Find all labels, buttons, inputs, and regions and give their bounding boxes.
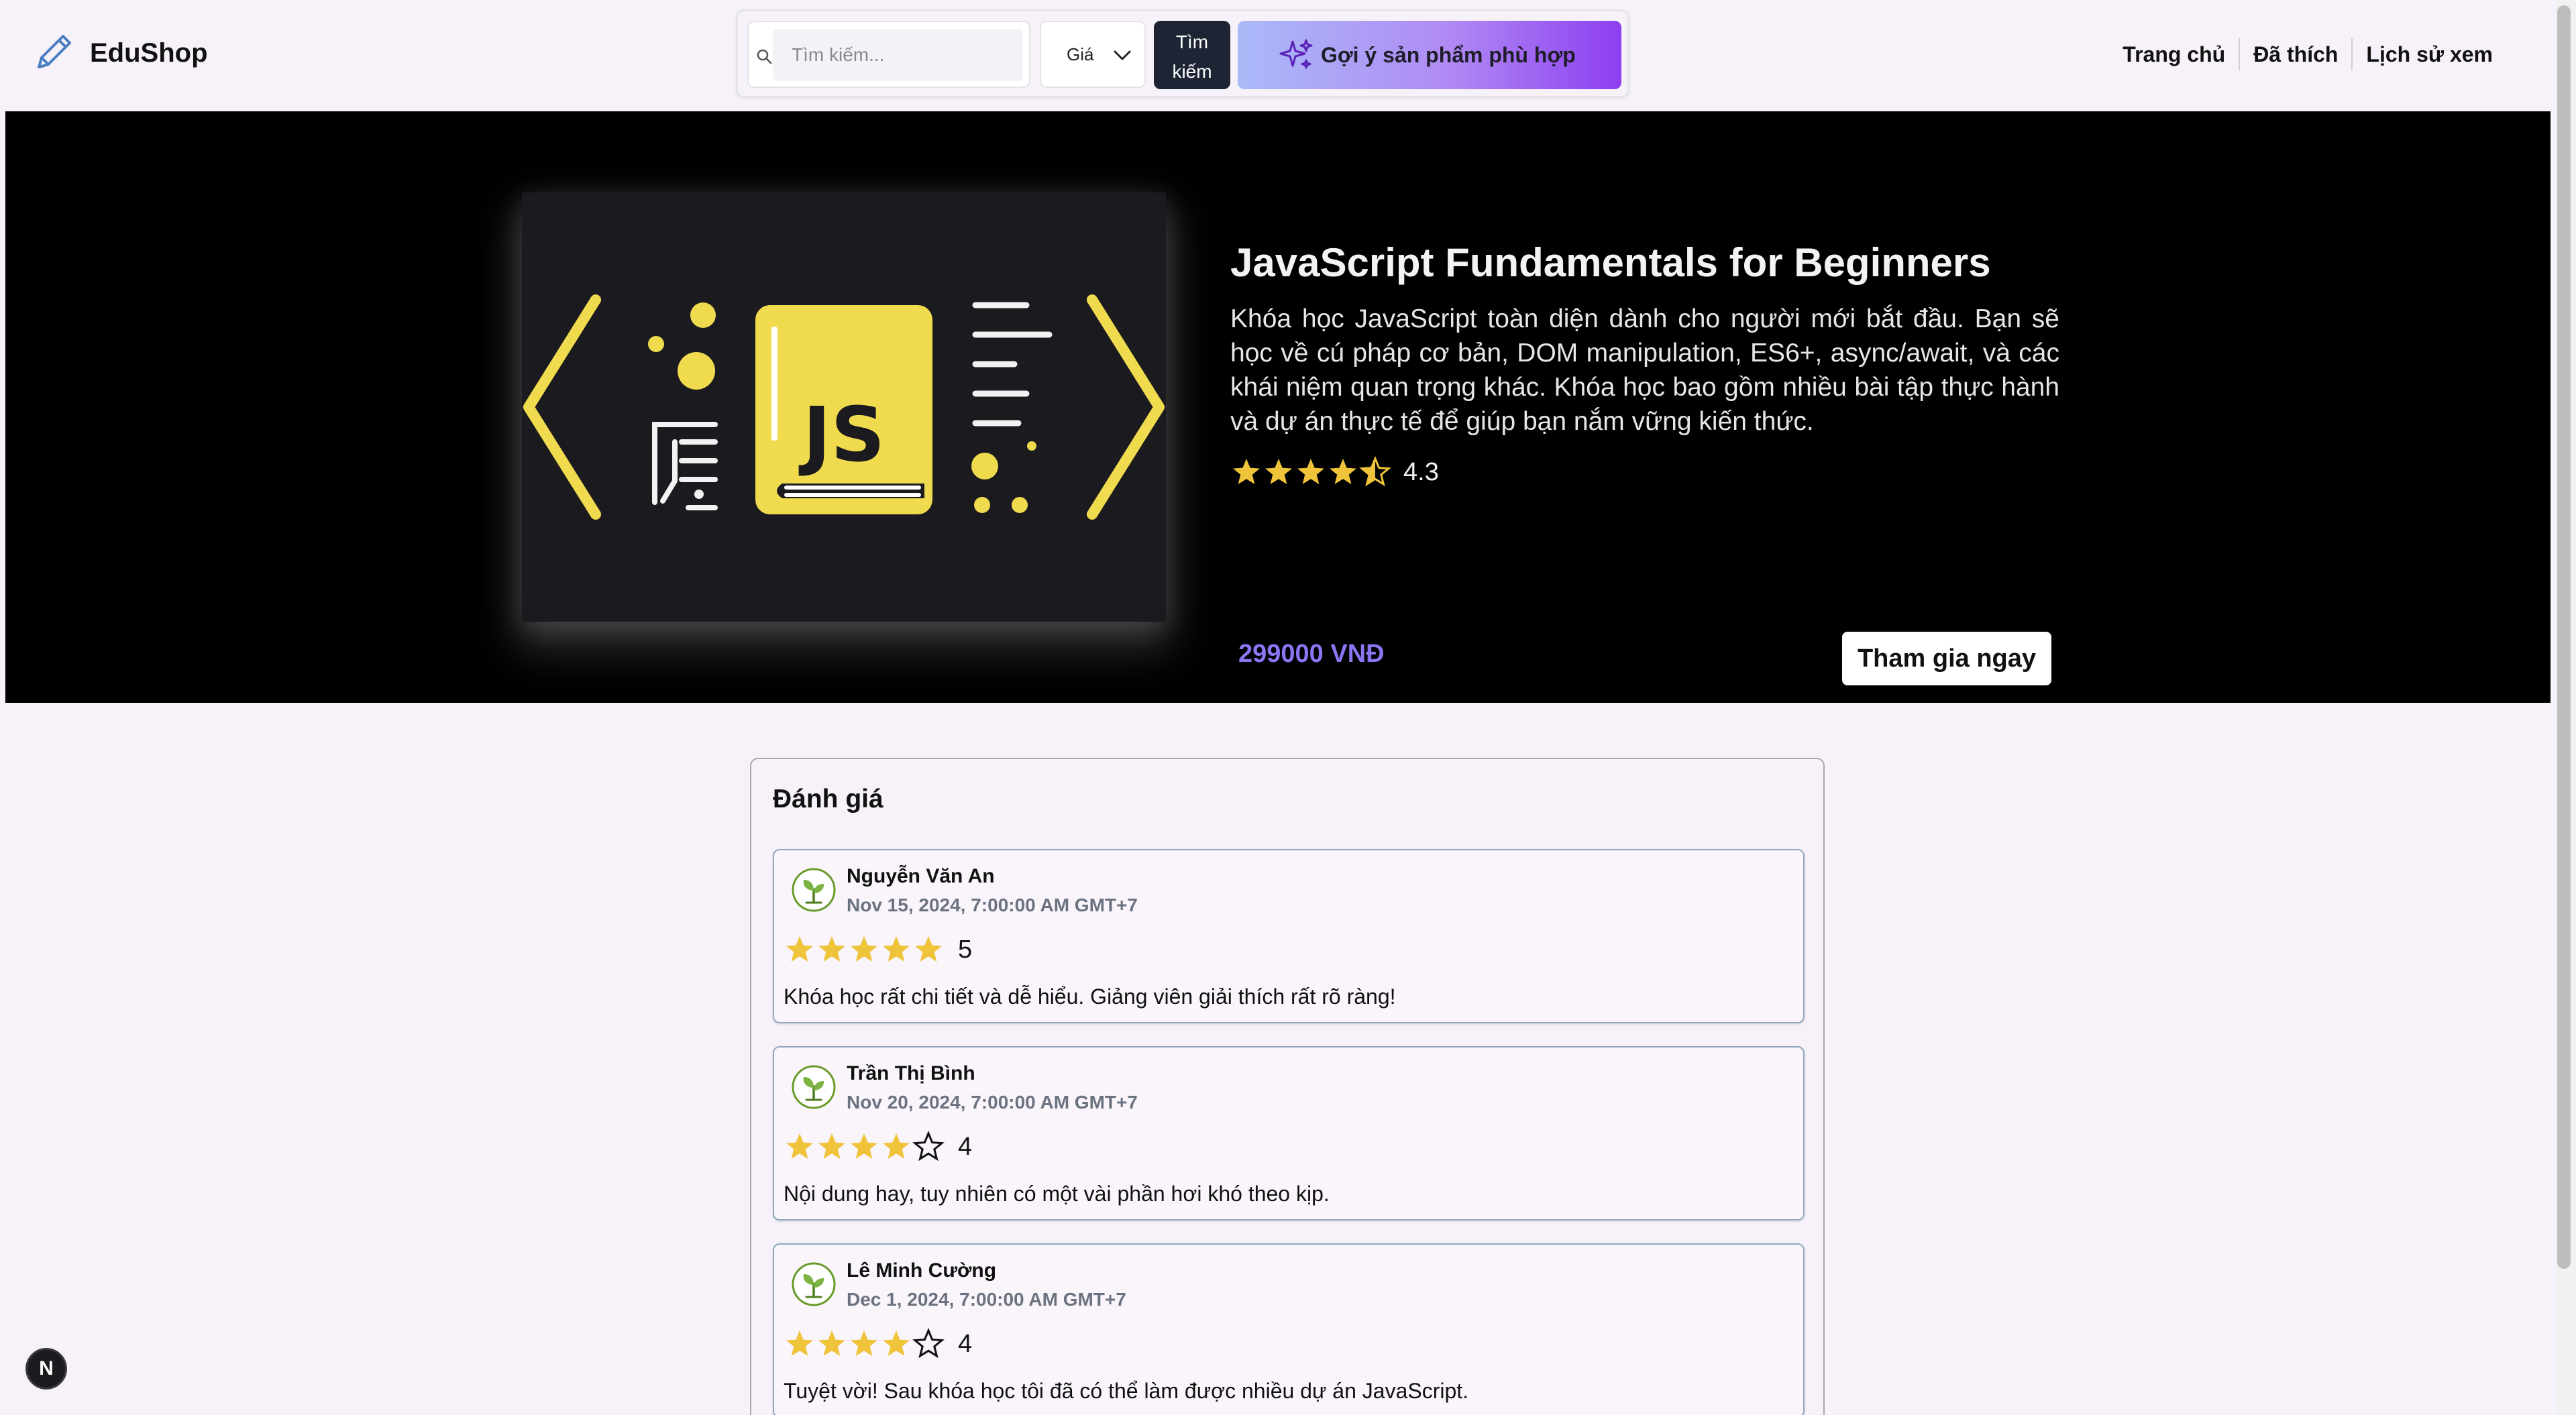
course-info: JavaScript Fundamentals for Beginners Kh… xyxy=(1230,239,2059,488)
suggest-products-label: Gợi ý sản phẩm phù hợp xyxy=(1321,42,1576,67)
review-date: Nov 15, 2024, 7:00:00 AM GMT+7 xyxy=(847,895,1138,915)
brand[interactable]: EduShop xyxy=(30,30,208,76)
review-text: Khóa học rất chi tiết và dễ hiểu. Giảng … xyxy=(784,984,1396,1009)
star-filled-icon xyxy=(1265,459,1292,484)
search-input[interactable] xyxy=(773,29,1022,81)
star-filled-icon xyxy=(851,1331,877,1356)
avatar-sprout-icon xyxy=(792,1262,836,1306)
nav-history[interactable]: Lịch sử xem xyxy=(2353,38,2506,71)
nav-home[interactable]: Trang chủ xyxy=(2109,38,2239,71)
review-card: Lê Minh Cường Dec 1, 2024, 7:00:00 AM GM… xyxy=(773,1243,1805,1415)
star-filled-icon xyxy=(818,1331,845,1356)
star-empty-icon xyxy=(912,1131,945,1162)
star-empty-icon xyxy=(912,1328,945,1359)
review-stars xyxy=(784,1131,945,1163)
star-filled-icon xyxy=(786,936,813,962)
reviews-title: Đánh giá xyxy=(773,785,883,813)
review-stars xyxy=(784,1328,945,1360)
reviewer-name: Lê Minh Cường xyxy=(847,1259,997,1282)
price-filter-label: Giá xyxy=(1067,44,1094,64)
course-hero: JS JavaScript Fundamentals for Beginners… xyxy=(5,111,2551,703)
review-score: 4 xyxy=(958,1329,973,1358)
chevron-down-icon xyxy=(1114,50,1131,60)
star-filled-icon xyxy=(883,1133,910,1159)
review-text: Tuyệt vời! Sau khóa học tôi đã có thể là… xyxy=(784,1379,1469,1403)
star-filled-icon xyxy=(915,936,942,962)
reviewer-name: Trần Thị Bình xyxy=(847,1062,975,1084)
search-box[interactable] xyxy=(747,21,1030,88)
review-rating: 5 xyxy=(784,933,972,966)
course-description: Khóa học JavaScript toàn diện dành cho n… xyxy=(1230,304,2059,436)
scrollbar-thumb[interactable] xyxy=(2557,5,2571,1269)
pencil-icon xyxy=(38,35,71,68)
search-icon xyxy=(757,49,772,64)
join-now-button[interactable]: Tham gia ngay xyxy=(1842,632,2051,685)
star-filled-icon xyxy=(851,1133,877,1159)
star-filled-icon xyxy=(883,936,910,962)
avatar-sprout-icon xyxy=(792,1065,836,1109)
top-navbar: EduShop Giá Tìm kiếm Gợi xyxy=(0,0,2556,111)
suggest-products-button[interactable]: Gợi ý sản phẩm phù hợp xyxy=(1238,21,1621,89)
review-stars xyxy=(784,933,945,966)
review-card: Nguyễn Văn An Nov 15, 2024, 7:00:00 AM G… xyxy=(773,849,1805,1023)
review-rating: 4 xyxy=(784,1131,972,1163)
review-date: Nov 20, 2024, 7:00:00 AM GMT+7 xyxy=(847,1092,1138,1113)
review-card: Trần Thị Bình Nov 20, 2024, 7:00:00 AM G… xyxy=(773,1046,1805,1221)
avatar-sprout-icon xyxy=(792,868,836,912)
reviewer-name: Nguyễn Văn An xyxy=(847,865,995,887)
review-date: Dec 1, 2024, 7:00:00 AM GMT+7 xyxy=(847,1289,1126,1310)
review-text: Nội dung hay, tuy nhiên có một vài phần … xyxy=(784,1182,1330,1206)
star-filled-icon xyxy=(786,1331,813,1356)
reviews-section: Đánh giá Nguyễn Văn An Nov 15, 2024, 7:0… xyxy=(750,758,1825,1415)
star-filled-icon xyxy=(1233,459,1260,484)
star-filled-icon xyxy=(818,1133,845,1159)
star-filled-icon xyxy=(818,936,845,962)
course-rating: 4.3 xyxy=(1230,456,2059,488)
javascript-book-illustration: JS xyxy=(523,294,1165,520)
review-score: 5 xyxy=(958,935,973,964)
review-rating: 4 xyxy=(784,1328,972,1360)
course-price: 299000 VNĐ xyxy=(1238,640,1385,668)
sparkles-icon xyxy=(1279,39,1313,69)
star-filled-icon xyxy=(851,936,877,962)
search-panel: Giá Tìm kiếm Gợi ý sản phẩm phù hợp xyxy=(736,9,1629,98)
course-image: JS xyxy=(522,192,1166,622)
star-filled-icon xyxy=(1297,459,1324,484)
star-filled-icon xyxy=(883,1331,910,1356)
star-filled-icon xyxy=(786,1133,813,1159)
search-button[interactable]: Tìm kiếm xyxy=(1154,21,1230,89)
course-title: JavaScript Fundamentals for Beginners xyxy=(1230,240,1991,285)
star-half-icon xyxy=(1359,456,1391,487)
nextjs-dev-badge[interactable]: N xyxy=(25,1348,67,1390)
star-filled-icon xyxy=(1330,459,1356,484)
main-nav: Trang chủ Đã thích Lịch sử xem xyxy=(2109,38,2506,71)
brand-name: EduShop xyxy=(90,38,208,68)
rating-stars xyxy=(1230,456,1391,488)
price-filter-select[interactable]: Giá xyxy=(1040,21,1146,88)
review-score: 4 xyxy=(958,1132,973,1161)
rating-value: 4.3 xyxy=(1403,457,1439,486)
nav-liked[interactable]: Đã thích xyxy=(2240,38,2351,71)
js-logo-text: JS xyxy=(798,392,885,479)
